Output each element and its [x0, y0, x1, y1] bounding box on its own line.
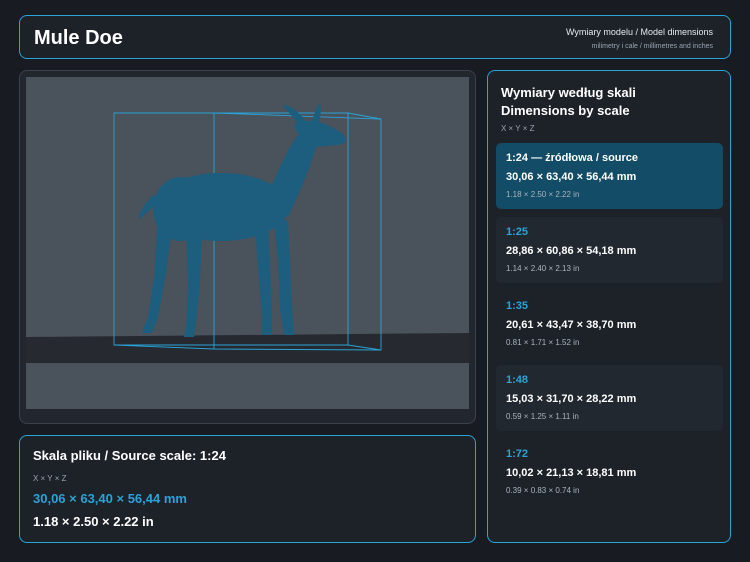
header-units-note: milimetry i cale / millimetres and inche… [591, 43, 713, 50]
scale-item-1-72[interactable]: 1:72 10,02 × 21,13 × 18,81 mm 0.39 × 0.8… [496, 439, 723, 505]
scale-label: 1:24 — źródłowa / source [506, 152, 639, 164]
scale-label: 1:72 [506, 448, 529, 460]
source-scale-heading: Skala pliku / Source scale: 1:24 [33, 448, 226, 463]
scale-label: 1:35 [506, 300, 529, 312]
scale-dimensions-mm: 28,86 × 60,86 × 54,18 mm [506, 245, 637, 257]
scale-dimensions-in: 0.39 × 0.83 × 0.74 in [506, 486, 580, 495]
scale-item-1-24[interactable]: 1:24 — źródłowa / source 30,06 × 63,40 ×… [496, 143, 723, 209]
scale-label: 1:48 [506, 374, 529, 386]
scale-dimensions-in: 1.18 × 2.50 × 2.22 in [506, 190, 580, 199]
scales-axes-label: X × Y × Z [501, 124, 535, 133]
scale-label: 1:25 [506, 226, 529, 238]
scales-panel: Wymiary według skali Dimensions by scale… [487, 70, 731, 543]
scale-dimensions-mm: 20,61 × 43,47 × 38,70 mm [506, 319, 637, 331]
scale-item-1-48[interactable]: 1:48 15,03 × 31,70 × 28,22 mm 0.59 × 1.2… [496, 365, 723, 431]
header-bar: Mule Doe Wymiary modelu / Model dimensio… [19, 15, 731, 59]
header-subtitle: Wymiary modelu / Model dimensions [566, 27, 713, 37]
source-scale-card: Skala pliku / Source scale: 1:24 X × Y ×… [19, 435, 476, 543]
floor-plane [26, 333, 469, 363]
source-dimensions-in: 1.18 × 2.50 × 2.22 in [33, 514, 154, 529]
scales-title-pl: Wymiary według skali [501, 85, 636, 100]
scales-title-en: Dimensions by scale [501, 103, 630, 118]
scale-dimensions-mm: 15,03 × 31,70 × 28,22 mm [506, 393, 637, 405]
viewer-svg [26, 77, 469, 409]
scale-item-1-35[interactable]: 1:35 20,61 × 43,47 × 38,70 mm 0.81 × 1.7… [496, 291, 723, 357]
floor-front [26, 363, 469, 409]
scale-item-1-25[interactable]: 1:25 28,86 × 60,86 × 54,18 mm 1.14 × 2.4… [496, 217, 723, 283]
viewer-canvas[interactable] [26, 77, 469, 409]
scale-dimensions-in: 0.81 × 1.71 × 1.52 in [506, 338, 580, 347]
axes-label: X × Y × Z [33, 474, 67, 483]
scales-title: Wymiary według skali Dimensions by scale [501, 84, 636, 120]
scale-dimensions-in: 1.14 × 2.40 × 2.13 in [506, 264, 580, 273]
scale-dimensions-in: 0.59 × 1.25 × 1.11 in [506, 412, 579, 421]
scale-dimensions-mm: 30,06 × 63,40 × 56,44 mm [506, 171, 637, 183]
model-title: Mule Doe [34, 27, 123, 49]
source-dimensions-mm: 30,06 × 63,40 × 56,44 mm [33, 491, 187, 506]
model-viewer[interactable] [19, 70, 476, 424]
scale-dimensions-mm: 10,02 × 21,13 × 18,81 mm [506, 467, 637, 479]
